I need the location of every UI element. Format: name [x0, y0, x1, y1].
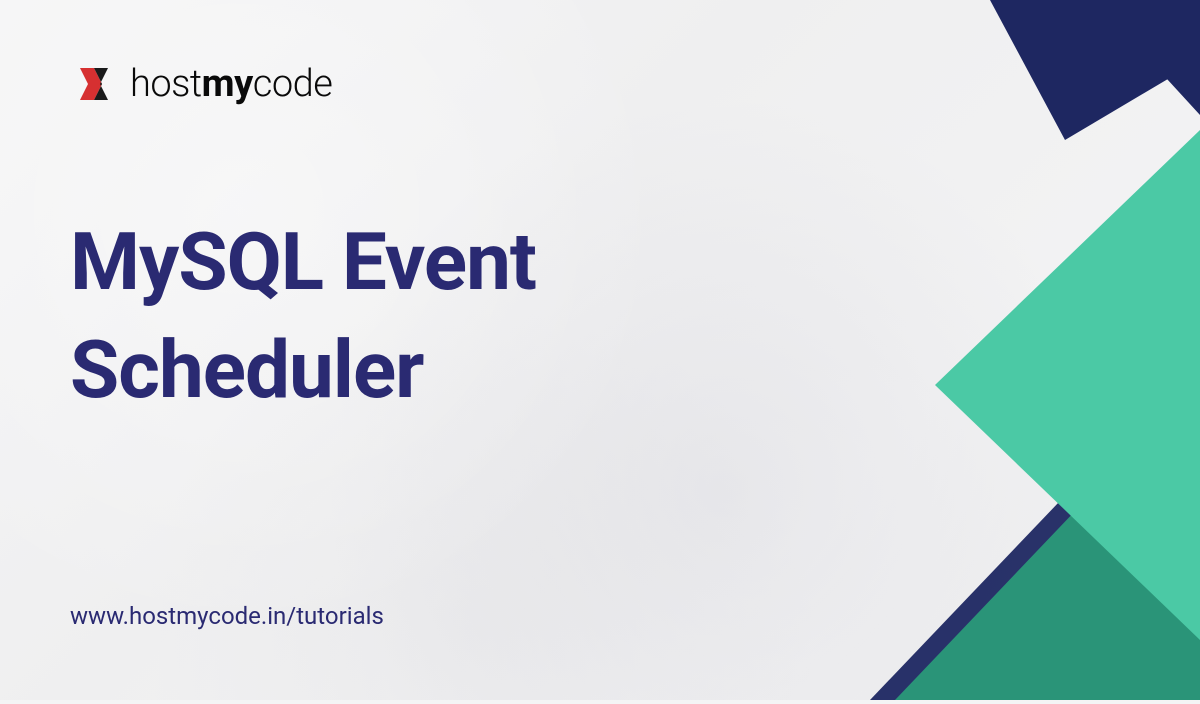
logo-word-my: my [202, 62, 253, 106]
logo-icon [70, 60, 118, 108]
logo-word-code: code [253, 62, 333, 106]
logo-word-host: host [130, 62, 202, 106]
logo-text: hostmycode [130, 62, 332, 106]
page-title: MySQL Event Scheduler [70, 208, 770, 424]
logo: hostmycode [70, 60, 1130, 108]
tutorial-url: www.hostmycode.in/tutorials [70, 602, 1130, 630]
